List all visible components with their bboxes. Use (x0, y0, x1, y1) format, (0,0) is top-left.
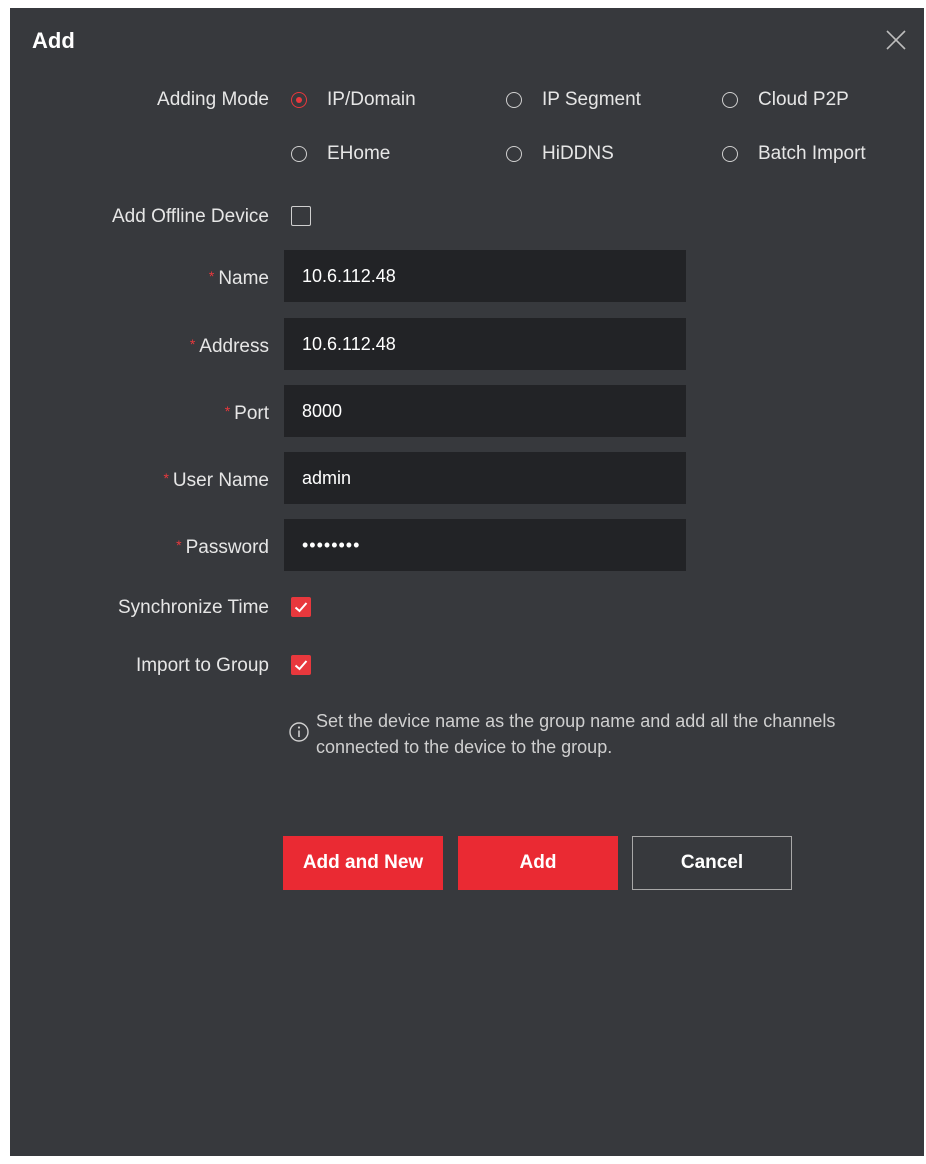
required-mark: * (163, 470, 169, 486)
port-label: * Port (224, 403, 269, 424)
radio-selected-icon (291, 92, 307, 108)
radio-unselected-icon (722, 146, 738, 162)
radio-unselected-icon (291, 146, 307, 162)
group-hint: Set the device name as the group name an… (288, 708, 876, 760)
radio-label: Batch Import (758, 143, 866, 164)
required-mark: * (208, 268, 215, 284)
port-input[interactable]: 8000 (284, 385, 686, 437)
required-mark: * (176, 537, 182, 553)
add-offline-device-checkbox[interactable] (291, 206, 311, 226)
user-name-input[interactable]: admin (284, 452, 686, 504)
radio-label: EHome (327, 143, 391, 164)
cancel-button[interactable]: Cancel (632, 836, 792, 890)
name-input[interactable]: 10.6.112.48 (284, 250, 686, 302)
dialog-title: Add (32, 28, 75, 53)
radio-ip-domain[interactable]: IP/Domain (291, 89, 416, 111)
import-to-group-checkbox[interactable] (291, 655, 311, 675)
radio-unselected-icon (506, 146, 522, 162)
radio-label: Cloud P2P (758, 89, 849, 110)
import-to-group-label: Import to Group (135, 655, 269, 676)
radio-label: HiDDNS (542, 143, 614, 164)
address-input[interactable]: 10.6.112.48 (284, 318, 686, 370)
radio-cloud-p2p[interactable]: Cloud P2P (722, 89, 849, 111)
address-label: * Address (189, 336, 269, 357)
radio-unselected-icon (722, 92, 738, 108)
radio-ip-segment[interactable]: IP Segment (506, 89, 641, 111)
radio-hiddns[interactable]: HiDDNS (506, 143, 614, 165)
password-input[interactable]: •••••••• (284, 519, 686, 571)
radio-unselected-icon (506, 92, 522, 108)
radio-label: IP/Domain (327, 89, 416, 110)
synchronize-time-label: Synchronize Time (117, 597, 269, 618)
synchronize-time-checkbox[interactable] (291, 597, 311, 617)
required-mark: * (189, 336, 196, 352)
radio-ehome[interactable]: EHome (291, 143, 390, 165)
check-icon (294, 660, 308, 671)
add-offline-device-label: Add Offline Device (111, 206, 269, 227)
hint-text: Set the device name as the group name an… (316, 711, 836, 757)
user-name-label: * User Name (163, 470, 269, 491)
check-icon (294, 602, 308, 613)
name-label: * Name (208, 268, 269, 289)
radio-batch-import[interactable]: Batch Import (722, 143, 866, 165)
password-label: * Password (176, 537, 269, 558)
add-and-new-button[interactable]: Add and New (283, 836, 443, 890)
add-button[interactable]: Add (458, 836, 618, 890)
close-icon[interactable] (884, 28, 908, 52)
adding-mode-label: Adding Mode (157, 89, 269, 110)
radio-label: IP Segment (542, 89, 641, 110)
required-mark: * (224, 403, 231, 419)
info-icon (289, 722, 309, 742)
add-device-dialog: Add Adding Mode IP/Domain IP Segment Clo… (10, 8, 924, 1156)
